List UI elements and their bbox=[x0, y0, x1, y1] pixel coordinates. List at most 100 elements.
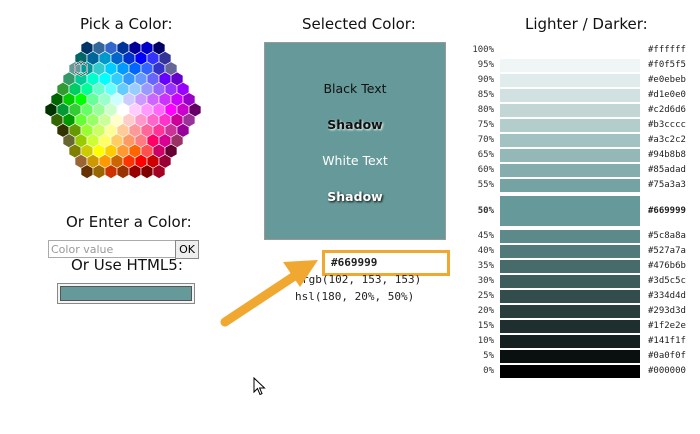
white-text-sample: White Text bbox=[322, 153, 388, 168]
shade-percent: 10% bbox=[477, 336, 494, 346]
shade-percent: 80% bbox=[477, 105, 494, 115]
shade-percent: 40% bbox=[477, 246, 494, 256]
shade-swatch[interactable] bbox=[500, 275, 640, 288]
shade-row[interactable]: 90% #e0ebeb bbox=[456, 73, 700, 88]
shade-row[interactable]: 20% #293d3d bbox=[456, 304, 700, 319]
hexagon-color-picker[interactable] bbox=[42, 40, 204, 180]
shade-hex: #1f2e2e bbox=[648, 321, 686, 331]
hex-swatch[interactable] bbox=[116, 164, 130, 179]
shade-swatch[interactable] bbox=[500, 164, 640, 177]
black-text-sample: Black Text bbox=[323, 81, 387, 96]
lighter-darker-heading: Lighter / Darker: bbox=[525, 15, 648, 33]
shade-percent: 45% bbox=[477, 231, 494, 241]
shade-hex: #e0ebeb bbox=[648, 75, 686, 85]
shade-percent: 15% bbox=[477, 321, 494, 331]
shade-percent: 5% bbox=[483, 351, 494, 361]
shade-percent: 55% bbox=[477, 180, 494, 190]
shade-swatch[interactable] bbox=[500, 149, 640, 162]
shade-row[interactable]: 25% #334d4d bbox=[456, 289, 700, 304]
shade-row[interactable]: 40% #527a7a bbox=[456, 244, 700, 259]
shade-row[interactable]: 100% #ffffff bbox=[456, 43, 700, 58]
shade-swatch[interactable] bbox=[500, 89, 640, 102]
shade-percent: 85% bbox=[477, 90, 494, 100]
shade-swatch[interactable] bbox=[500, 134, 640, 147]
mouse-cursor-icon bbox=[253, 377, 266, 396]
shade-row[interactable]: 30% #3d5c5c bbox=[456, 274, 700, 289]
html5-color-swatch bbox=[60, 286, 192, 301]
rgb-value: rgb(102, 153, 153) bbox=[302, 273, 422, 286]
shade-row[interactable]: 75% #b3cccc bbox=[456, 118, 700, 133]
shade-hex: #527a7a bbox=[648, 246, 686, 256]
hex-swatch[interactable] bbox=[128, 164, 142, 179]
shade-swatch[interactable] bbox=[500, 290, 640, 303]
shade-hex: #3d5c5c bbox=[648, 276, 686, 286]
shade-row[interactable]: 70% #a3c2c2 bbox=[456, 133, 700, 148]
shade-hex: #476b6b bbox=[648, 261, 686, 271]
shade-row[interactable]: 10% #141f1f bbox=[456, 334, 700, 349]
shade-swatch[interactable] bbox=[500, 365, 640, 378]
hex-swatch[interactable] bbox=[92, 164, 106, 179]
shade-percent: 35% bbox=[477, 261, 494, 271]
shade-hex: #334d4d bbox=[648, 291, 686, 301]
shade-hex: #000000 bbox=[648, 366, 686, 376]
shade-row[interactable]: 50% #669999 bbox=[456, 195, 700, 227]
shade-swatch[interactable] bbox=[500, 59, 640, 72]
shade-hex: #d1e0e0 bbox=[648, 90, 686, 100]
shade-swatch[interactable] bbox=[500, 104, 640, 117]
shade-swatch[interactable] bbox=[500, 230, 640, 243]
shade-swatch[interactable] bbox=[500, 196, 640, 226]
enter-color-heading: Or Enter a Color: bbox=[66, 213, 192, 231]
shade-percent: 0% bbox=[483, 366, 494, 376]
shade-row[interactable]: 85% #d1e0e0 bbox=[456, 88, 700, 103]
shade-percent: 60% bbox=[477, 165, 494, 175]
shade-swatch[interactable] bbox=[500, 74, 640, 87]
hex-swatch[interactable] bbox=[80, 164, 94, 179]
shade-hex: #f0f5f5 bbox=[648, 60, 686, 70]
shade-row[interactable]: 15% #1f2e2e bbox=[456, 319, 700, 334]
shade-swatch[interactable] bbox=[500, 335, 640, 348]
shade-swatch[interactable] bbox=[500, 260, 640, 273]
shade-hex: #0a0f0f bbox=[648, 351, 686, 361]
shadow-light-sample: Shadow bbox=[327, 189, 383, 204]
shade-hex: #75a3a3 bbox=[648, 180, 686, 190]
shade-percent: 65% bbox=[477, 150, 494, 160]
shade-percent: 20% bbox=[477, 306, 494, 316]
shade-swatch[interactable] bbox=[500, 350, 640, 363]
shade-swatch[interactable] bbox=[500, 44, 640, 57]
shade-hex: #c2d6d6 bbox=[648, 105, 686, 115]
shade-hex: #141f1f bbox=[648, 336, 686, 346]
shade-row[interactable]: 45% #5c8a8a bbox=[456, 229, 700, 244]
shade-hex: #94b8b8 bbox=[648, 150, 686, 160]
shade-row[interactable]: 65% #94b8b8 bbox=[456, 148, 700, 163]
hex-swatch[interactable] bbox=[140, 164, 154, 179]
shade-percent: 90% bbox=[477, 75, 494, 85]
shade-hex: #293d3d bbox=[648, 306, 686, 316]
shade-swatch[interactable] bbox=[500, 245, 640, 258]
shade-row[interactable]: 0% #000000 bbox=[456, 364, 700, 379]
shade-row[interactable]: 95% #f0f5f5 bbox=[456, 58, 700, 73]
shade-row[interactable]: 35% #476b6b bbox=[456, 259, 700, 274]
shade-hex: #85adad bbox=[648, 165, 686, 175]
pick-color-heading: Pick a Color: bbox=[80, 15, 173, 33]
shade-row[interactable]: 60% #85adad bbox=[456, 163, 700, 178]
hsl-value: hsl(180, 20%, 50%) bbox=[295, 290, 415, 303]
hex-swatch[interactable] bbox=[104, 164, 118, 179]
shade-row[interactable]: 80% #c2d6d6 bbox=[456, 103, 700, 118]
shade-percent: 50% bbox=[477, 206, 494, 216]
shade-percent: 25% bbox=[477, 291, 494, 301]
shade-row[interactable]: 5% #0a0f0f bbox=[456, 349, 700, 364]
shade-hex: #669999 bbox=[648, 206, 686, 216]
shade-swatch[interactable] bbox=[500, 119, 640, 132]
shade-hex: #a3c2c2 bbox=[648, 135, 686, 145]
shade-row[interactable]: 55% #75a3a3 bbox=[456, 178, 700, 193]
shade-percent: 95% bbox=[477, 60, 494, 70]
shade-hex: #5c8a8a bbox=[648, 231, 686, 241]
html5-color-picker[interactable] bbox=[57, 283, 195, 304]
shade-swatch[interactable] bbox=[500, 305, 640, 318]
shade-hex: #b3cccc bbox=[648, 120, 686, 130]
shade-swatch[interactable] bbox=[500, 179, 640, 192]
shade-swatch[interactable] bbox=[500, 320, 640, 333]
shade-percent: 75% bbox=[477, 120, 494, 130]
hex-swatch[interactable] bbox=[152, 164, 166, 179]
shadow-dark-sample: Shadow bbox=[327, 117, 383, 132]
